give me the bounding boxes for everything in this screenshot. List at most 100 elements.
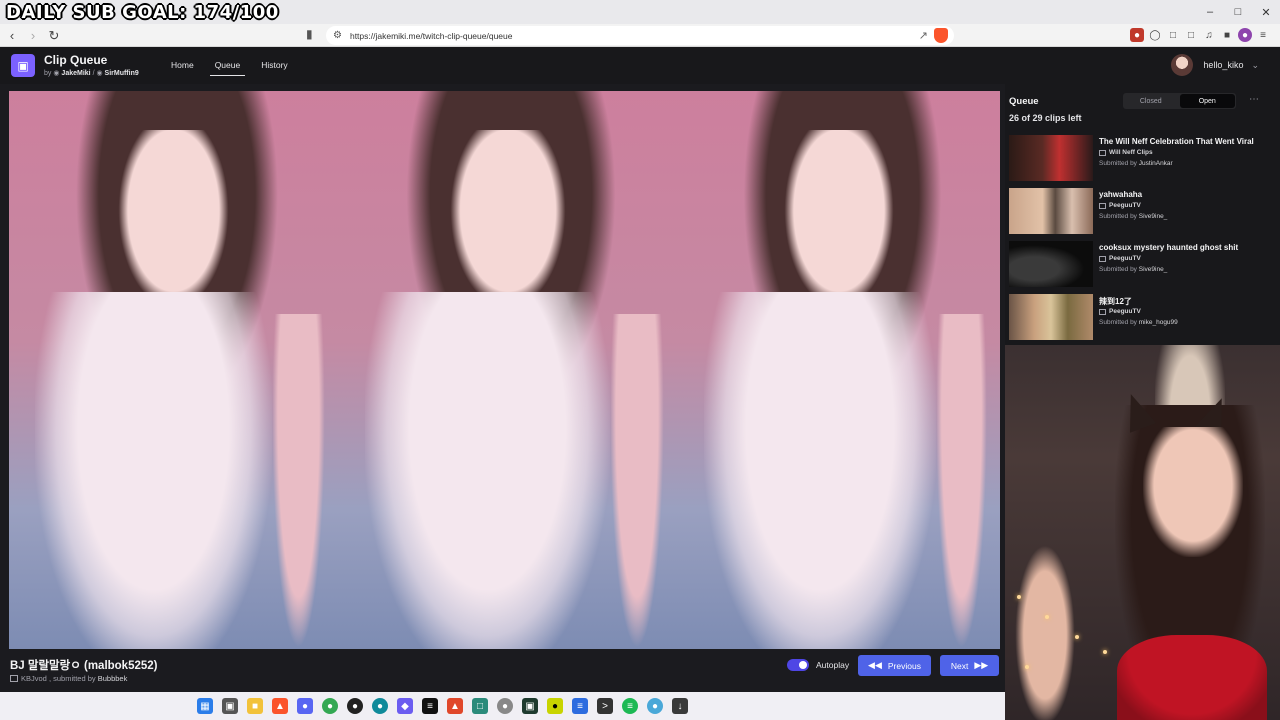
app-icon[interactable]: ● bbox=[647, 698, 663, 714]
forward-icon[interactable]: › bbox=[24, 27, 42, 45]
nav-home[interactable]: Home bbox=[166, 60, 199, 76]
queue-item[interactable]: The Will Neff Celebration That Went Vira… bbox=[1009, 135, 1277, 183]
address-bar[interactable]: ⚙ https://jakemiki.me/twitch-clip-queue/… bbox=[326, 26, 954, 45]
clip-thumbnail[interactable] bbox=[1009, 241, 1093, 287]
extension-icon[interactable]: ● bbox=[1130, 28, 1144, 42]
tv-icon[interactable]: ▣ bbox=[11, 54, 35, 77]
app-nav: Home Queue History bbox=[166, 60, 304, 76]
brave-icon[interactable]: ▲ bbox=[447, 698, 463, 714]
separator: / bbox=[92, 70, 95, 77]
submitted-prefix: , submitted by bbox=[48, 674, 96, 683]
queue-item[interactable]: yahwahaha PeeguuTV Submitted by Sive9ine… bbox=[1009, 188, 1277, 236]
window-controls: – □ ✕ bbox=[1196, 0, 1280, 24]
reload-icon[interactable]: ↻ bbox=[45, 27, 63, 45]
author-link[interactable]: JakeMiki bbox=[61, 70, 90, 77]
chevron-down-icon[interactable]: ⌄ bbox=[1251, 60, 1259, 71]
clip-thumbnail[interactable] bbox=[1009, 294, 1093, 340]
clip-channel[interactable]: KBJvod bbox=[21, 674, 47, 683]
main-content: BJ 말랄말랑ㅇ (malbok5252) KBJvod , submitted… bbox=[0, 84, 1005, 692]
queue-item-submitter: Submitted by Sive9ine_ bbox=[1099, 213, 1168, 220]
previous-label: Previous bbox=[887, 660, 921, 671]
queue-item-channel: PeeguuTV bbox=[1099, 255, 1141, 262]
extension-icon[interactable]: ◯ bbox=[1148, 28, 1162, 42]
queue-item-channel: PeeguuTV bbox=[1099, 308, 1141, 315]
windows-start-icon[interactable]: ▦ bbox=[197, 698, 213, 714]
bookmark-icon[interactable]: ▮ bbox=[306, 27, 313, 41]
nav-queue[interactable]: Queue bbox=[209, 60, 246, 76]
app-icon[interactable]: ↓ bbox=[672, 698, 688, 714]
terminal-icon[interactable]: > bbox=[597, 698, 613, 714]
more-icon[interactable]: ⋯ bbox=[1249, 94, 1259, 105]
username[interactable]: hello_kiko bbox=[1203, 60, 1243, 70]
video-frame bbox=[678, 91, 1000, 649]
clip-thumbnail[interactable] bbox=[1009, 188, 1093, 234]
queue-open-option[interactable]: Open bbox=[1179, 94, 1235, 108]
app-icon[interactable]: ≡ bbox=[572, 698, 588, 714]
video-frame bbox=[9, 91, 338, 649]
queue-item-channel: Will Neff Clips bbox=[1099, 149, 1153, 156]
video-frame bbox=[338, 91, 678, 649]
queue-item[interactable]: cooksux mystery haunted ghost shit Peegu… bbox=[1009, 241, 1277, 289]
avatar[interactable] bbox=[1171, 54, 1194, 76]
app-icon[interactable]: ▣ bbox=[522, 698, 538, 714]
app-icon[interactable]: ≡ bbox=[422, 698, 438, 714]
nav-history[interactable]: History bbox=[256, 60, 292, 76]
site-settings-icon[interactable]: ⚙ bbox=[333, 30, 342, 41]
brave-icon[interactable]: ▲ bbox=[272, 698, 288, 714]
extensions-area: ● ◯ □ □ ♫ ■ ● ≡ bbox=[1130, 28, 1270, 42]
back-icon[interactable]: ‹ bbox=[3, 27, 21, 45]
media-icon[interactable]: ♫ bbox=[1202, 28, 1216, 42]
url-text[interactable]: https://jakemiki.me/twitch-clip-queue/qu… bbox=[350, 31, 513, 41]
sidebar-icon[interactable]: ■ bbox=[1220, 28, 1234, 42]
user-menu[interactable]: hello_kiko ⌄ bbox=[1171, 54, 1259, 76]
minimize-button[interactable]: – bbox=[1196, 0, 1224, 24]
extension-icon[interactable]: □ bbox=[1184, 28, 1198, 42]
app-icon[interactable]: □ bbox=[472, 698, 488, 714]
extension-icon[interactable]: ● bbox=[1238, 28, 1252, 42]
github-icon: ◉ bbox=[53, 70, 60, 77]
fast-forward-icon: ▶▶ bbox=[974, 660, 989, 670]
clip-thumbnail[interactable] bbox=[1009, 135, 1093, 181]
author-link[interactable]: SirMuffin9 bbox=[105, 70, 139, 77]
share-icon[interactable]: ↗ bbox=[919, 29, 928, 42]
queue-item-title: yahwahaha bbox=[1099, 190, 1143, 199]
task-view-icon[interactable]: ▣ bbox=[222, 698, 238, 714]
next-button[interactable]: Next ▶▶ bbox=[940, 655, 999, 676]
app-header: ▣ Clip Queue by ◉ JakeMiki / ◉ SirMuffin… bbox=[0, 47, 1280, 84]
autoplay-label: Autoplay bbox=[816, 660, 850, 670]
chrome-icon[interactable]: ● bbox=[322, 698, 338, 714]
maximize-button[interactable]: □ bbox=[1224, 0, 1252, 24]
autoplay-toggle[interactable] bbox=[787, 659, 809, 671]
autoplay-control[interactable]: Autoplay bbox=[787, 659, 849, 671]
queue-open-toggle[interactable]: Closed Open bbox=[1123, 93, 1236, 109]
spotify-icon[interactable]: ≡ bbox=[622, 698, 638, 714]
queue-closed-option[interactable]: Closed bbox=[1123, 93, 1179, 109]
file-explorer-icon[interactable]: ■ bbox=[247, 698, 263, 714]
queue-item-submitter: Submitted by mike_hogu99 bbox=[1099, 319, 1178, 326]
webcam-overlay bbox=[1005, 345, 1280, 720]
taskbar: ▦ ▣ ■ ▲ ● ● ● ● ◆ ≡ ▲ □ ● ▣ ● ≡ > ≡ ● ↓ bbox=[0, 692, 1005, 720]
channel-icon bbox=[10, 675, 18, 682]
app-credits: by ◉ JakeMiki / ◉ SirMuffin9 bbox=[44, 69, 139, 77]
app-icon[interactable]: ◆ bbox=[397, 698, 413, 714]
queue-count: 26 of 29 clips left bbox=[1009, 113, 1082, 123]
video-player[interactable] bbox=[9, 91, 1000, 649]
previous-button[interactable]: ◀◀ Previous bbox=[858, 655, 931, 676]
queue-item[interactable]: 辣到12了 PeeguuTV Submitted by mike_hogu99 bbox=[1009, 294, 1277, 342]
clip-meta: KBJvod , submitted by Bubbbek bbox=[10, 674, 127, 683]
obs-icon[interactable]: ● bbox=[347, 698, 363, 714]
queue-item-title: The Will Neff Celebration That Went Vira… bbox=[1099, 137, 1254, 146]
queue-item-submitter: Submitted by Sive9ine_ bbox=[1099, 266, 1168, 273]
extension-icon[interactable]: □ bbox=[1166, 28, 1180, 42]
brave-shield-icon[interactable] bbox=[934, 28, 948, 43]
edge-icon[interactable]: ● bbox=[372, 698, 388, 714]
queue-title: Queue bbox=[1009, 96, 1039, 107]
app-icon[interactable]: ● bbox=[497, 698, 513, 714]
app-icon[interactable]: ● bbox=[547, 698, 563, 714]
app-title[interactable]: Clip Queue bbox=[44, 53, 107, 67]
menu-icon[interactable]: ≡ bbox=[1256, 28, 1270, 42]
queue-sidebar: Queue Closed Open ⋯ 26 of 29 clips left … bbox=[1005, 84, 1280, 345]
queue-item-submitter: Submitted by JustinAnkar bbox=[1099, 160, 1173, 167]
discord-icon[interactable]: ● bbox=[297, 698, 313, 714]
close-window-button[interactable]: ✕ bbox=[1252, 0, 1280, 24]
